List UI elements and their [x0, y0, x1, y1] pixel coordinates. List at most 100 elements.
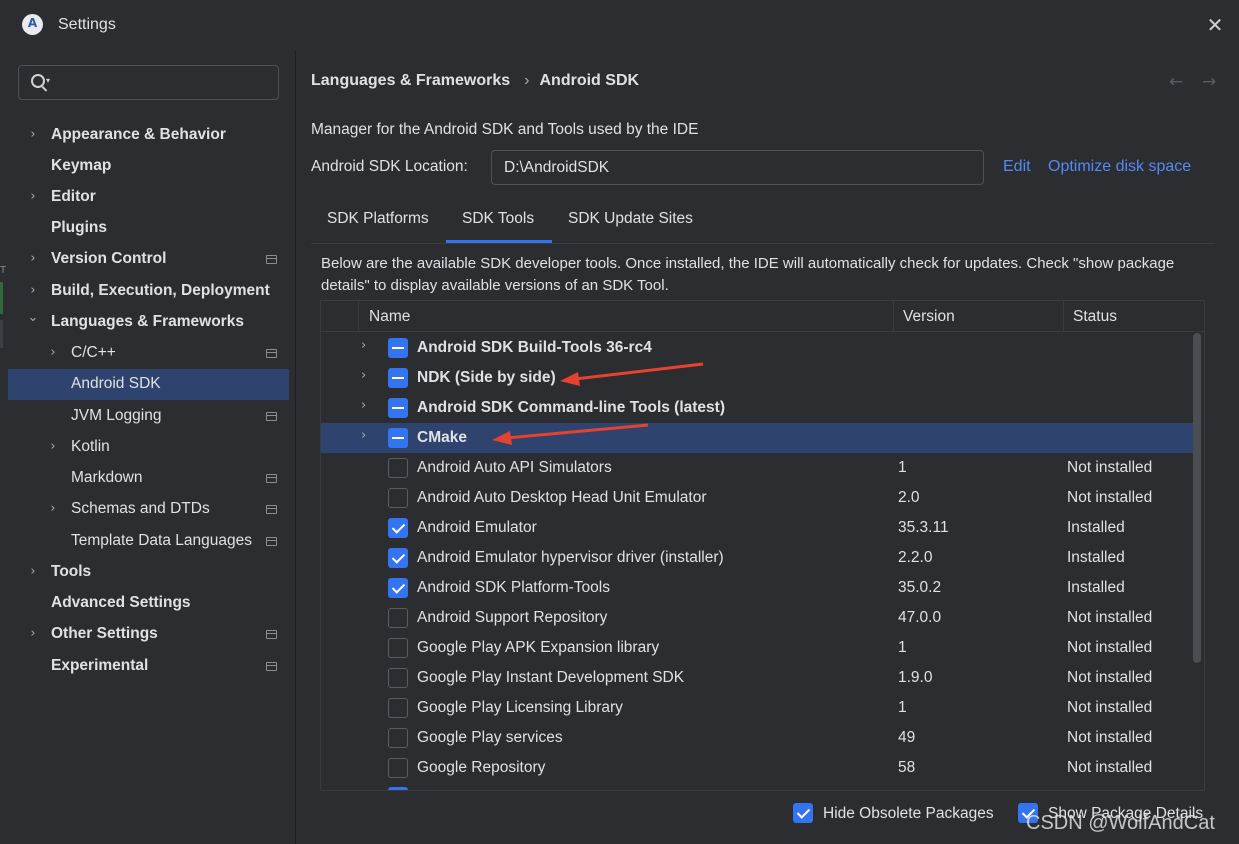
back-arrow-icon[interactable]: ←	[1169, 72, 1183, 92]
table-row[interactable]: › CMake	[321, 423, 1193, 453]
search-input[interactable]: ▾	[18, 65, 279, 100]
row-checkbox[interactable]	[388, 638, 408, 658]
row-checkbox[interactable]	[388, 368, 408, 388]
chevron-right-icon[interactable]: ›	[47, 500, 59, 518]
table-row[interactable]: Google Play Licensing Library 1 Not instal…	[321, 693, 1193, 723]
row-checkbox[interactable]	[388, 668, 408, 688]
chevron-right-icon[interactable]: ›	[27, 188, 39, 206]
table-row[interactable]: Google Play Instant Development SDK 1.9.0…	[321, 663, 1193, 693]
chevron-right-icon[interactable]: ›	[47, 344, 59, 362]
tab-sdk-update-sites[interactable]: SDK Update Sites	[568, 210, 693, 228]
chevron-right-icon[interactable]: ›	[361, 338, 366, 353]
breadcrumb: Languages & Frameworks › Android SDK	[311, 72, 639, 90]
chevron-right-icon[interactable]: ›	[361, 428, 366, 443]
table-row[interactable]: Android Auto Desktop Head Unit Emulator 2…	[321, 483, 1193, 513]
sdk-location-field[interactable]: D:\AndroidSDK	[491, 150, 984, 185]
column-header-status[interactable]: Status	[1073, 301, 1117, 332]
row-checkbox[interactable]	[388, 518, 408, 538]
optimize-disk-space-link[interactable]: Optimize disk space	[1048, 158, 1191, 176]
table-row[interactable]: Android SDK Platform-Tools 35.0.2 Installe…	[321, 573, 1193, 603]
sidebar-item[interactable]: Keymap	[8, 151, 289, 182]
row-checkbox[interactable]	[388, 338, 408, 358]
row-checkbox[interactable]	[388, 728, 408, 748]
row-status: Not installed	[1067, 489, 1153, 506]
sidebar-item-label: Template Data Languages	[71, 532, 252, 549]
chevron-right-icon[interactable]: ›	[27, 563, 39, 581]
sidebar-item-label: Build, Execution, Deployment	[51, 282, 270, 299]
table-row[interactable]: Google Repository 58 Not installed	[321, 753, 1193, 783]
table-row[interactable]: Google Play APK Expansion library 1 Not in…	[321, 633, 1193, 663]
table-row[interactable]: › Android SDK Build-Tools 36-rc4	[321, 333, 1193, 363]
table-row[interactable]: Android Emulator 35.3.11 Installed	[321, 513, 1193, 543]
sidebar-item[interactable]: Experimental	[8, 651, 289, 682]
row-name: Android Support Repository	[417, 609, 608, 626]
tab-sdk-tools[interactable]: SDK Tools	[462, 210, 534, 228]
sidebar-item-label: Schemas and DTDs	[71, 500, 210, 517]
sidebar-item[interactable]: › Build, Execution, Deployment	[8, 276, 289, 307]
row-checkbox[interactable]	[388, 428, 408, 448]
chevron-right-icon[interactable]: ›	[361, 368, 366, 383]
sidebar-item[interactable]: › Kotlin	[8, 432, 289, 463]
sidebar-item[interactable]: Android SDK	[8, 369, 289, 400]
row-name: Android SDK Command-line Tools (latest)	[417, 399, 725, 416]
hide-obsolete-packages-checkbox[interactable]	[793, 803, 813, 823]
table-row[interactable]: › NDK (Side by side)	[321, 363, 1193, 393]
project-level-icon	[266, 630, 277, 639]
search-options-chevron-icon[interactable]: ▾	[46, 76, 50, 85]
partially-visible-checkbox[interactable]	[388, 787, 408, 790]
sidebar-item[interactable]: › Schemas and DTDs	[8, 494, 289, 525]
chevron-right-icon[interactable]: ›	[27, 282, 39, 300]
row-version: 1	[898, 699, 907, 716]
chevron-down-icon[interactable]: ⌄	[27, 309, 39, 327]
table-row[interactable]: Google Play services 49 Not installed	[321, 723, 1193, 753]
row-checkbox[interactable]	[388, 488, 408, 508]
sidebar-item[interactable]: Plugins	[8, 213, 289, 244]
row-checkbox[interactable]	[388, 608, 408, 628]
column-header-version[interactable]: Version	[903, 301, 955, 332]
active-tab-indicator	[446, 240, 552, 243]
row-version: 49	[898, 729, 916, 746]
sidebar-item[interactable]: › Appearance & Behavior	[8, 120, 289, 151]
tab-sdk-platforms[interactable]: SDK Platforms	[327, 210, 429, 228]
sidebar-item[interactable]: Advanced Settings	[8, 588, 289, 619]
sidebar-item[interactable]: › Other Settings	[8, 619, 289, 650]
sidebar-item[interactable]: › Editor	[8, 182, 289, 213]
table-row[interactable]: Android Support Repository 47.0.0 Not inst…	[321, 603, 1193, 633]
table-row[interactable]: Android Emulator hypervisor driver (inst…	[321, 543, 1193, 573]
row-checkbox[interactable]	[388, 548, 408, 568]
chevron-right-icon[interactable]: ›	[27, 250, 39, 268]
left-edge-indicator-2	[0, 320, 3, 348]
row-name: NDK (Side by side)	[417, 369, 556, 386]
close-icon[interactable]: ✕	[1202, 12, 1228, 38]
sidebar-item[interactable]: Template Data Languages	[8, 526, 289, 557]
row-name: Google Play APK Expansion library	[417, 639, 660, 656]
row-status: Installed	[1067, 579, 1125, 596]
row-checkbox[interactable]	[388, 698, 408, 718]
chevron-right-icon[interactable]: ›	[27, 126, 39, 144]
row-version: 47.0.0	[898, 609, 942, 626]
row-checkbox[interactable]	[388, 398, 408, 418]
sidebar-item[interactable]: › Tools	[8, 557, 289, 588]
chevron-right-icon[interactable]: ›	[361, 398, 366, 413]
row-status: Installed	[1067, 549, 1125, 566]
row-checkbox[interactable]	[388, 758, 408, 778]
chevron-right-icon[interactable]: ›	[27, 625, 39, 643]
column-header-name[interactable]: Name	[369, 301, 410, 332]
edit-link[interactable]: Edit	[1003, 158, 1031, 176]
sidebar-item[interactable]: ⌄ Languages & Frameworks	[8, 307, 289, 338]
row-name: Android Emulator hypervisor driver (inst…	[417, 549, 724, 566]
sidebar-item[interactable]: › C/C++	[8, 338, 289, 369]
table-row[interactable]: › Android SDK Command-line Tools (latest)	[321, 393, 1193, 423]
sidebar-item[interactable]: › Version Control	[8, 244, 289, 275]
breadcrumb-parent[interactable]: Languages & Frameworks	[311, 72, 510, 89]
row-status: Not installed	[1067, 759, 1153, 776]
sidebar-item[interactable]: JVM Logging	[8, 401, 289, 432]
forward-arrow-icon[interactable]: →	[1202, 72, 1216, 92]
row-checkbox[interactable]	[388, 458, 408, 478]
row-checkbox[interactable]	[388, 578, 408, 598]
sidebar-item[interactable]: Markdown	[8, 463, 289, 494]
table-scrollbar[interactable]	[1193, 333, 1201, 663]
table-row[interactable]: Android Auto API Simulators 1 Not installe…	[321, 453, 1193, 483]
column-divider	[358, 301, 359, 332]
chevron-right-icon[interactable]: ›	[47, 438, 59, 456]
